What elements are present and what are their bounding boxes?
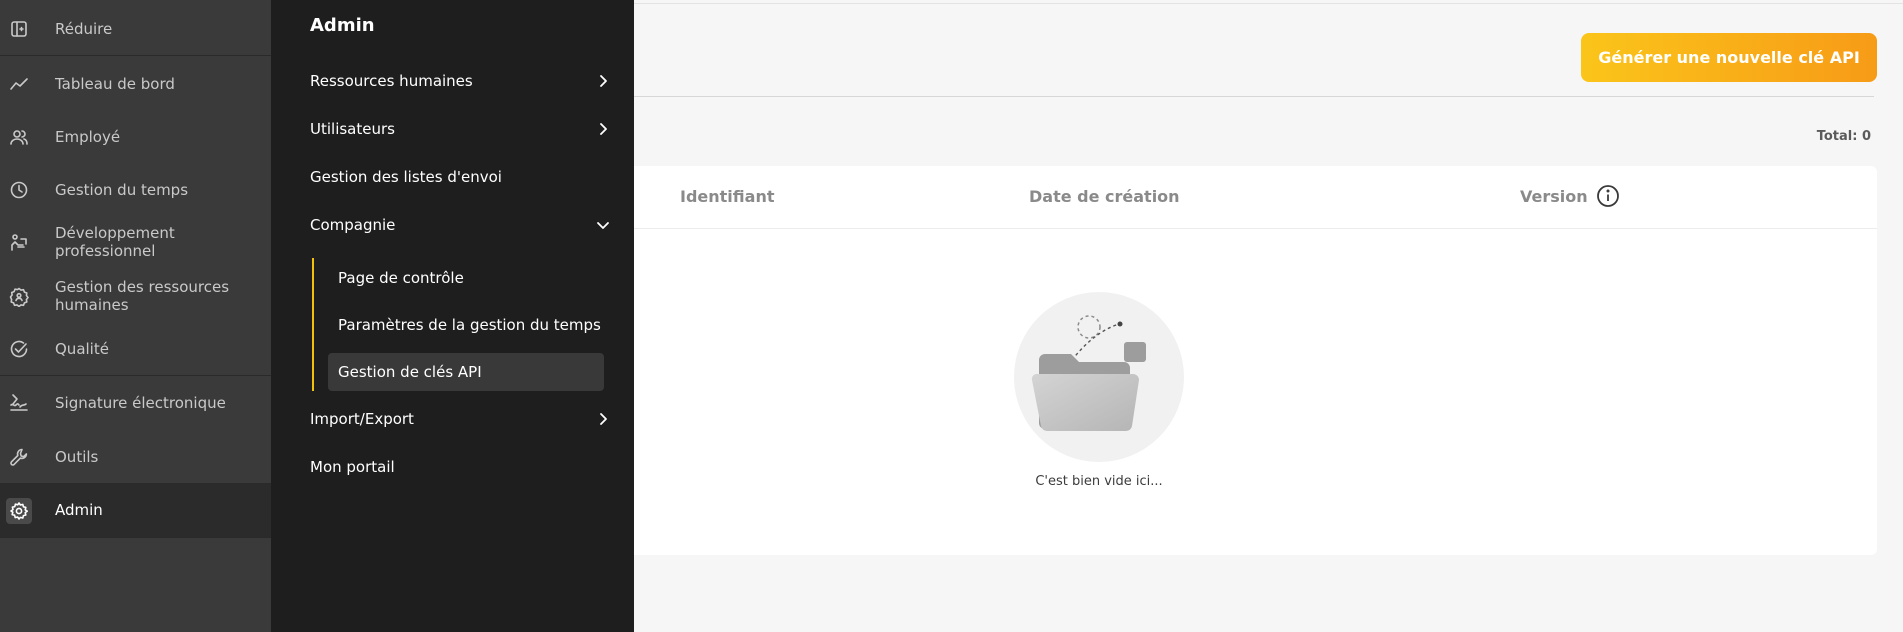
- table-header: Identifiant Date de création Version: [634, 166, 1877, 229]
- sidebar-item-employee[interactable]: Employé: [0, 126, 271, 148]
- menu-item-mailing-lists[interactable]: Gestion des listes d'envoi: [310, 168, 610, 186]
- menu-item-company[interactable]: Compagnie: [310, 216, 610, 234]
- users-icon: [9, 127, 29, 147]
- admin-menu-title: Admin: [310, 15, 375, 36]
- sidebar-item-label: Admin: [55, 501, 103, 519]
- info-icon[interactable]: [1596, 184, 1620, 208]
- sidebar-item-label: Outils: [55, 448, 99, 466]
- menu-item-my-portal[interactable]: Mon portail: [310, 458, 610, 476]
- menu-item-label: Gestion des listes d'envoi: [310, 168, 502, 186]
- check-circle-icon: [9, 339, 29, 359]
- sidebar-divider: [0, 55, 271, 56]
- menu-item-control-page[interactable]: Page de contrôle: [328, 259, 604, 297]
- sidebar-item-time-management[interactable]: Gestion du temps: [0, 179, 271, 201]
- menu-item-label: Utilisateurs: [310, 120, 395, 138]
- main-content: Générer une nouvelle clé API Total: 0 Id…: [634, 0, 1903, 632]
- sidebar-item-hr-management[interactable]: Gestion des ressources humaines: [0, 278, 271, 316]
- sidebar-item-label: Employé: [55, 128, 121, 146]
- sidebar-item-label: Développement professionnel: [55, 224, 175, 260]
- menu-item-label: Mon portail: [310, 458, 395, 476]
- menu-item-label: Compagnie: [310, 216, 396, 234]
- growth-icon: [9, 233, 29, 253]
- sidebar-item-label: Tableau de bord: [55, 75, 175, 93]
- sidebar-item-professional-development[interactable]: Développement professionnel: [0, 224, 271, 262]
- empty-state-illustration: [1014, 292, 1184, 462]
- sidebar-item-quality[interactable]: Qualité: [0, 338, 271, 360]
- menu-item-label: Import/Export: [310, 410, 414, 428]
- column-header-identifier[interactable]: Identifiant: [680, 187, 774, 206]
- clock-icon: [9, 180, 29, 200]
- hr-gear-icon: [9, 287, 29, 307]
- total-count: Total: 0: [1816, 129, 1871, 144]
- menu-item-time-management-settings[interactable]: Paramètres de la gestion du temps: [328, 306, 604, 344]
- collapse-icon: [9, 19, 29, 39]
- admin-submenu-panel: Admin Ressources humaines Utilisateurs G…: [271, 0, 634, 632]
- chevron-right-icon: [596, 122, 610, 136]
- sidebar-divider: [0, 537, 271, 538]
- menu-item-human-resources[interactable]: Ressources humaines: [310, 72, 610, 90]
- sidebar-item-label: Qualité: [55, 340, 109, 358]
- gear-icon: [6, 498, 32, 524]
- column-header-creation-date[interactable]: Date de création: [1029, 187, 1180, 206]
- sidebar-item-label: Signature électronique: [55, 394, 226, 412]
- main-sidebar: Réduire Tableau de bord Employé Gestion …: [0, 0, 271, 632]
- empty-state-text: C'est bien vide ici...: [1035, 474, 1163, 489]
- submenu-indicator-line: [312, 258, 314, 391]
- wrench-icon: [9, 447, 29, 467]
- chevron-right-icon: [596, 74, 610, 88]
- generate-api-key-button[interactable]: Générer une nouvelle clé API: [1581, 33, 1877, 82]
- menu-item-users[interactable]: Utilisateurs: [310, 120, 610, 138]
- menu-item-api-keys[interactable]: Gestion de clés API: [328, 353, 604, 391]
- sidebar-item-admin[interactable]: Admin: [0, 484, 271, 537]
- sidebar-item-label: Gestion des ressources humaines: [55, 278, 230, 314]
- sidebar-item-label: Gestion du temps: [55, 181, 189, 199]
- sidebar-item-tools[interactable]: Outils: [0, 446, 271, 468]
- sidebar-item-collapse[interactable]: Réduire: [0, 18, 271, 40]
- top-divider: [634, 3, 1903, 4]
- sidebar-item-dashboard[interactable]: Tableau de bord: [0, 73, 271, 95]
- header-divider: [634, 96, 1874, 97]
- sidebar-item-e-signature[interactable]: Signature électronique: [0, 392, 271, 414]
- menu-item-import-export[interactable]: Import/Export: [310, 410, 610, 428]
- column-header-version[interactable]: Version: [1520, 187, 1588, 206]
- sidebar-divider: [0, 375, 271, 376]
- sidebar-item-label: Réduire: [55, 20, 113, 38]
- api-keys-table: Identifiant Date de création Version C'e…: [634, 166, 1877, 555]
- signature-icon: [9, 393, 29, 413]
- chart-line-icon: [9, 74, 29, 94]
- menu-item-label: Ressources humaines: [310, 72, 473, 90]
- empty-folder-icon: [1031, 315, 1146, 432]
- chevron-right-icon: [596, 412, 610, 426]
- chevron-down-icon: [596, 218, 610, 232]
